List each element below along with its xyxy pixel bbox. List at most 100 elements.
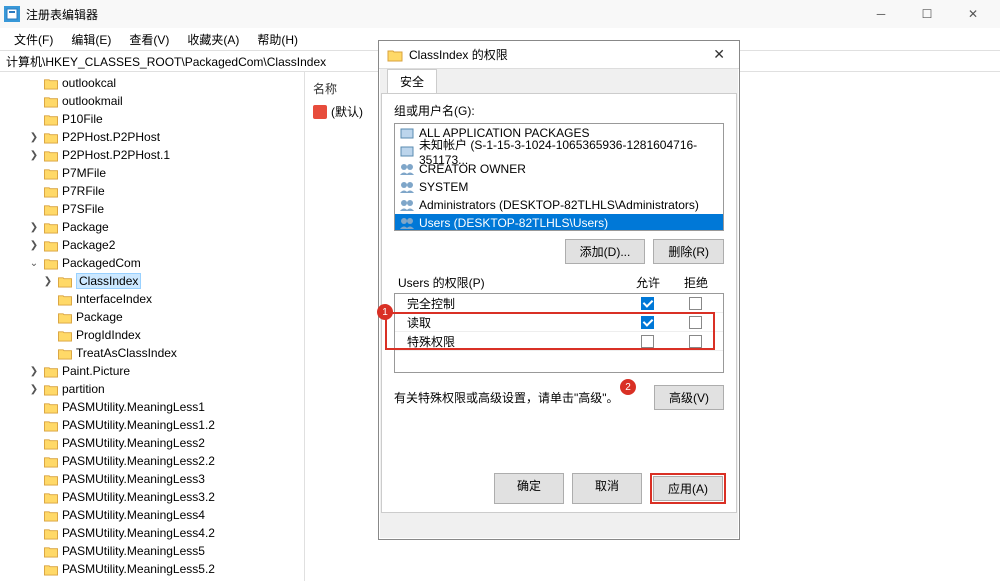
deny-checkbox[interactable] — [689, 297, 702, 310]
tree-item[interactable]: PASMUtility.MeaningLess1 — [0, 398, 304, 416]
tree-item[interactable]: PASMUtility.MeaningLess3 — [0, 470, 304, 488]
group-name: SYSTEM — [419, 180, 468, 194]
group-item[interactable]: SYSTEM — [395, 178, 723, 196]
menu-file[interactable]: 文件(F) — [6, 29, 61, 50]
tree-item[interactable]: P7MFile — [0, 164, 304, 182]
add-button[interactable]: 添加(D)... — [565, 239, 646, 264]
tree-item-label: outlookmail — [62, 94, 123, 108]
tree-item[interactable]: ⌄PackagedCom — [0, 254, 304, 272]
tree-item-label: ProgIdIndex — [76, 328, 141, 342]
tree-item-label: PASMUtility.MeaningLess1 — [62, 400, 205, 414]
group-item[interactable]: Administrators (DESKTOP-82TLHLS\Administ… — [395, 196, 723, 214]
tree-item-label: PASMUtility.MeaningLess1.2 — [62, 418, 215, 432]
minimize-button[interactable]: ─ — [858, 0, 904, 28]
tree-item[interactable]: outlookcal — [0, 74, 304, 92]
tree-item[interactable]: PASMUtility.MeaningLess5 — [0, 542, 304, 560]
folder-icon — [43, 400, 59, 414]
folder-icon — [43, 364, 59, 378]
allow-checkbox[interactable] — [641, 335, 654, 348]
group-icon — [399, 216, 415, 230]
annotation-badge-2: 2 — [620, 379, 636, 395]
tree-item-label: ClassIndex — [76, 273, 141, 289]
group-item[interactable]: Users (DESKTOP-82TLHLS\Users) — [395, 214, 723, 231]
dialog-close-button[interactable]: ✕ — [707, 46, 731, 63]
permissions-for-label: Users 的权限(P) — [398, 274, 624, 291]
tree-item[interactable]: Package — [0, 308, 304, 326]
close-button[interactable]: ✕ — [950, 0, 996, 28]
folder-icon — [43, 256, 59, 270]
tree-item[interactable]: P10File — [0, 110, 304, 128]
tree-item[interactable]: PASMUtility.MeaningLess3.2 — [0, 488, 304, 506]
tree-item[interactable]: ❯partition — [0, 380, 304, 398]
tab-security[interactable]: 安全 — [387, 69, 437, 93]
default-label: (默认) — [331, 103, 363, 120]
tree-item[interactable]: PASMUtility.MeaningLess2 — [0, 434, 304, 452]
allow-checkbox[interactable] — [641, 316, 654, 329]
tree-item[interactable]: ❯ ClassIndex — [0, 272, 304, 290]
tree-item-label: P7SFile — [62, 202, 104, 216]
tree-item[interactable]: ProgIdIndex — [0, 326, 304, 344]
tree-item[interactable]: PASMUtility.MeaningLess5.2 — [0, 560, 304, 578]
expand-icon[interactable]: ❯ — [28, 222, 40, 233]
allow-checkbox[interactable] — [641, 297, 654, 310]
expand-icon[interactable]: ⌄ — [28, 258, 40, 269]
folder-icon — [43, 112, 59, 126]
tree-item-label: TreatAsClassIndex — [76, 346, 177, 360]
expand-icon[interactable]: ❯ — [28, 150, 40, 161]
tree-item[interactable]: P7SFile — [0, 200, 304, 218]
tree-item[interactable]: PASMUtility.MeaningLess4.2 — [0, 524, 304, 542]
deny-checkbox[interactable] — [689, 316, 702, 329]
deny-header: 拒绝 — [672, 274, 720, 293]
tree-item[interactable]: PASMUtility.MeaningLess1.2 — [0, 416, 304, 434]
deny-checkbox[interactable] — [689, 335, 702, 348]
expand-icon[interactable]: ❯ — [28, 132, 40, 143]
tree-item[interactable]: outlookmail — [0, 92, 304, 110]
folder-icon — [43, 76, 59, 90]
permission-name: 完全控制 — [399, 295, 623, 312]
folder-icon — [57, 328, 73, 342]
tree-item[interactable]: P7RFile — [0, 182, 304, 200]
maximize-button[interactable]: ☐ — [904, 0, 950, 28]
menu-favorites[interactable]: 收藏夹(A) — [179, 29, 247, 50]
group-name: Administrators (DESKTOP-82TLHLS\Administ… — [419, 198, 699, 212]
folder-icon — [43, 184, 59, 198]
group-icon — [399, 180, 415, 194]
tree-item-label: P7MFile — [62, 166, 106, 180]
tree-item-label: PASMUtility.MeaningLess3 — [62, 472, 205, 486]
tree-item[interactable]: TreatAsClassIndex — [0, 344, 304, 362]
address-text: 计算机\HKEY_CLASSES_ROOT\PackagedCom\ClassI… — [6, 53, 326, 70]
tree-item[interactable]: ❯Package — [0, 218, 304, 236]
group-item[interactable]: 未知帐户 (S-1-15-3-1024-1065365936-128160471… — [395, 142, 723, 160]
folder-icon — [43, 490, 59, 504]
tree-item[interactable]: PASMUtility.MeaningLess2.2 — [0, 452, 304, 470]
tree-view[interactable]: outlookcaloutlookmailP10File❯P2PHost.P2P… — [0, 72, 305, 581]
cancel-button[interactable]: 取消 — [572, 473, 642, 504]
tree-item[interactable]: ❯Package2 — [0, 236, 304, 254]
remove-button[interactable]: 删除(R) — [653, 239, 724, 264]
tree-item[interactable]: ❯P2PHost.P2PHost.1 — [0, 146, 304, 164]
folder-icon — [43, 220, 59, 234]
folder-icon — [43, 130, 59, 144]
advanced-button[interactable]: 高级(V) — [654, 385, 724, 410]
expand-icon[interactable]: ❯ — [28, 366, 40, 377]
expand-icon[interactable]: ❯ — [28, 384, 40, 395]
tree-item[interactable]: InterfaceIndex — [0, 290, 304, 308]
permission-row: 完全控制 — [395, 294, 723, 313]
ok-button[interactable]: 确定 — [494, 473, 564, 504]
window-title: 注册表编辑器 — [26, 6, 98, 23]
tree-item[interactable]: ❯Paint.Picture — [0, 362, 304, 380]
tree-item-label: P2PHost.P2PHost — [62, 130, 160, 144]
folder-icon — [387, 48, 403, 62]
permission-row: 特殊权限 — [395, 332, 723, 351]
expand-icon[interactable]: ❯ — [42, 276, 54, 287]
permissions-listbox[interactable]: 1 完全控制读取特殊权限 — [394, 293, 724, 373]
expand-icon[interactable]: ❯ — [28, 240, 40, 251]
tree-item[interactable]: ❯ P2PHost.P2PHost — [0, 128, 304, 146]
apply-button[interactable]: 应用(A) — [653, 476, 723, 501]
menu-help[interactable]: 帮助(H) — [249, 29, 306, 50]
groups-listbox[interactable]: ALL APPLICATION PACKAGES未知帐户 (S-1-15-3-1… — [394, 123, 724, 231]
permission-row: 读取 — [395, 313, 723, 332]
tree-item[interactable]: PASMUtility.MeaningLess4 — [0, 506, 304, 524]
menu-edit[interactable]: 编辑(E) — [63, 29, 119, 50]
menu-view[interactable]: 查看(V) — [121, 29, 177, 50]
